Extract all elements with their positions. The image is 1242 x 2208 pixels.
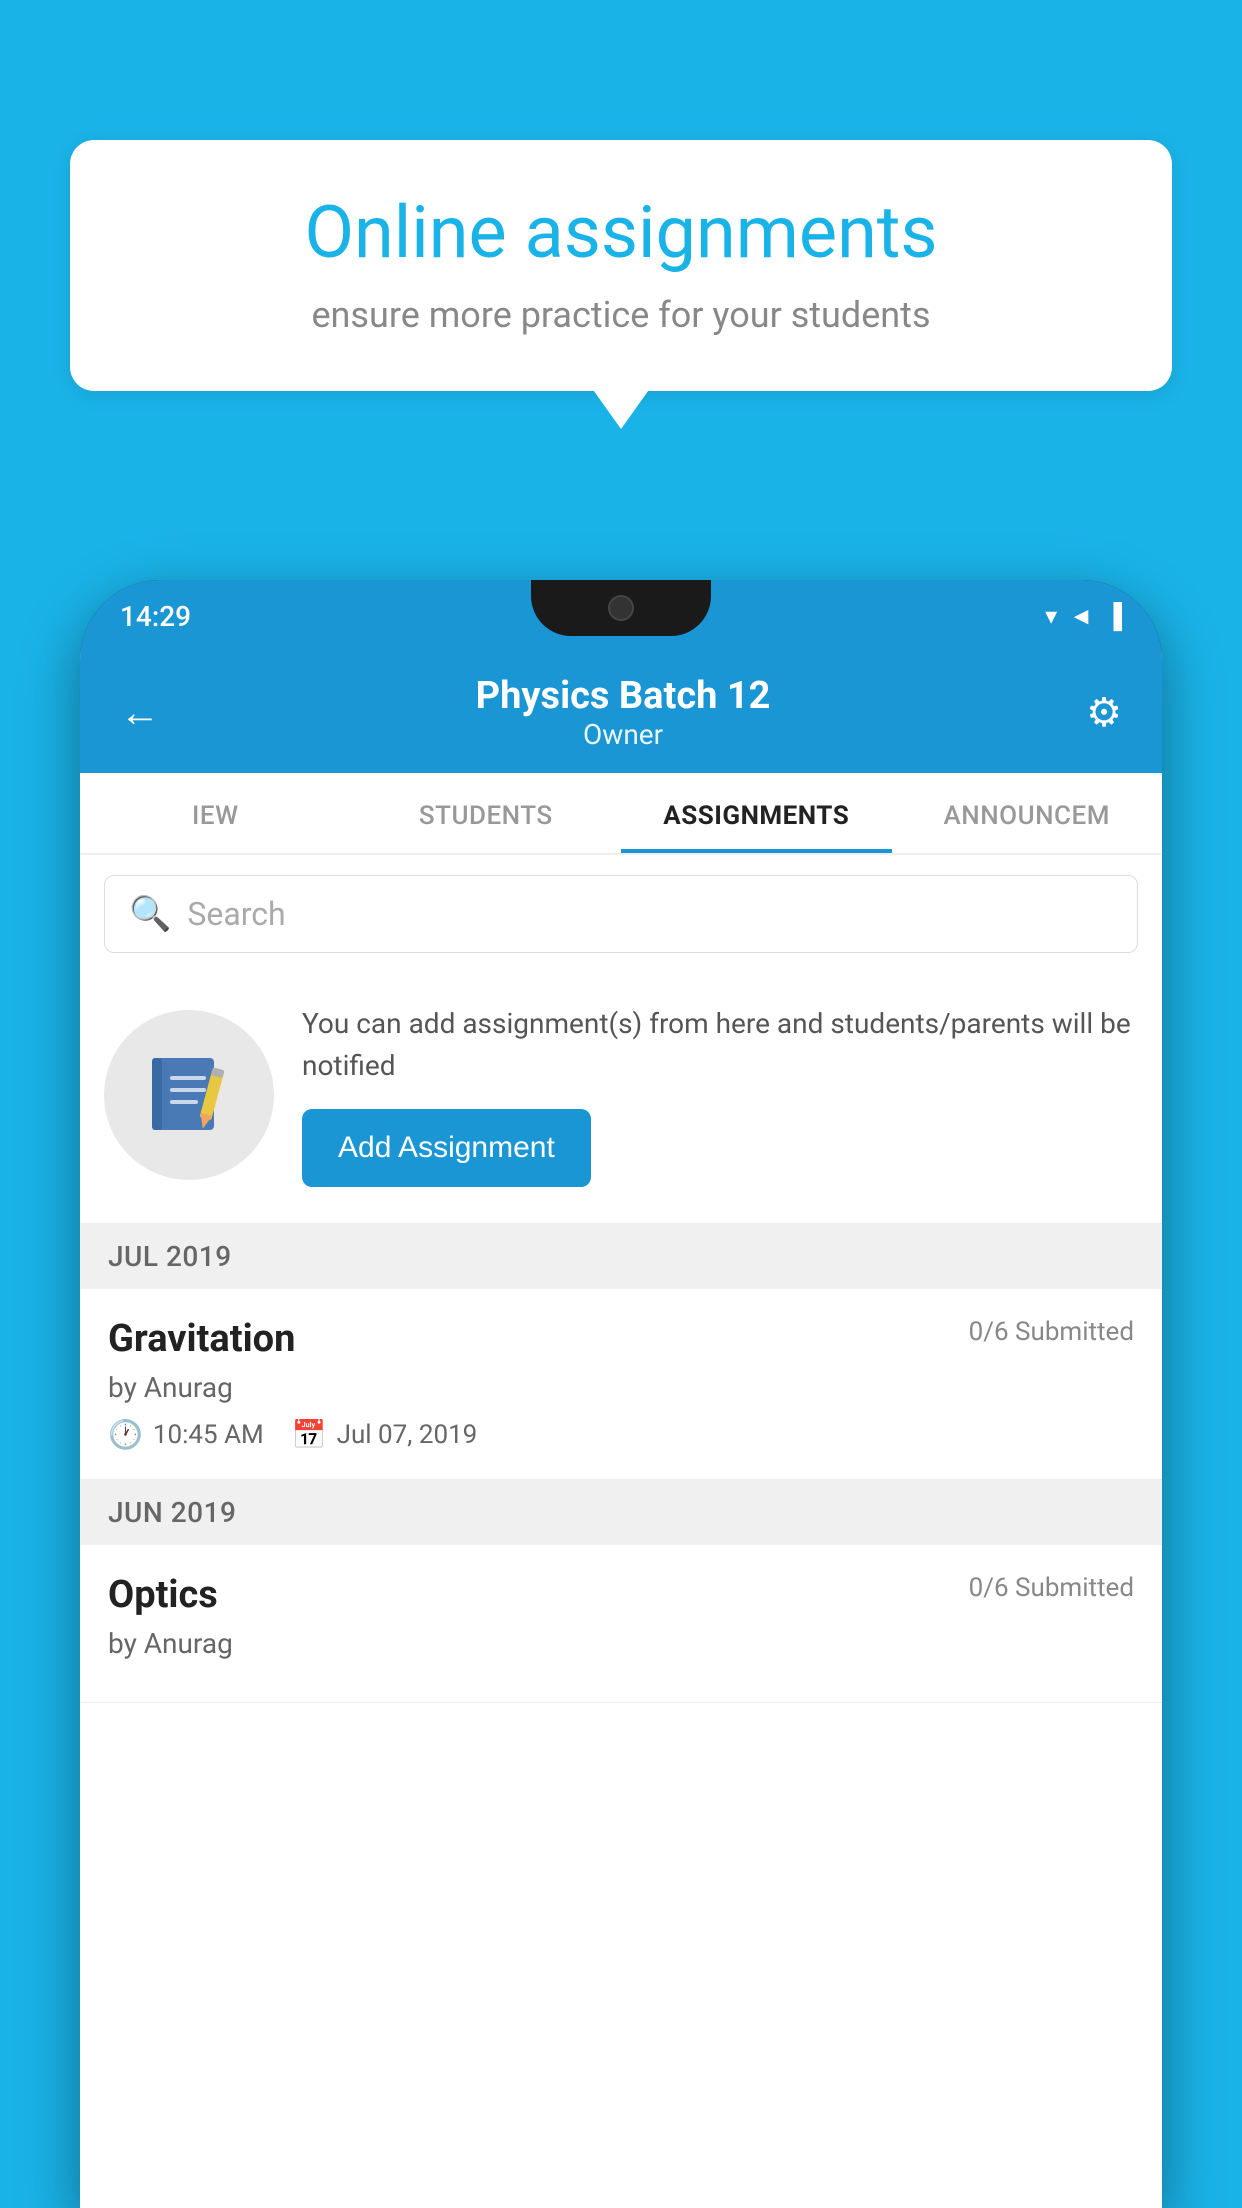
- assignment-item-optics[interactable]: Optics 0/6 Submitted by Anurag: [80, 1545, 1162, 1703]
- assignment-date-gravitation: Jul 07, 2019: [337, 1420, 478, 1450]
- add-assignment-button[interactable]: Add Assignment: [302, 1109, 591, 1187]
- search-placeholder: Search: [187, 895, 285, 933]
- gear-icon[interactable]: ⚙: [1086, 689, 1122, 736]
- notch-camera: [608, 595, 634, 621]
- search-container: 🔍 Search: [80, 855, 1162, 973]
- notch: [531, 580, 711, 636]
- assignment-name-optics: Optics: [108, 1573, 218, 1617]
- month-section-jun: JUN 2019: [80, 1480, 1162, 1545]
- assignment-by-gravitation: by Anurag: [108, 1371, 1134, 1404]
- signal-icon: ◄: [1069, 602, 1093, 631]
- tabs-bar: IEW STUDENTS ASSIGNMENTS ANNOUNCEM: [80, 773, 1162, 855]
- header-title: Physics Batch 12: [160, 674, 1086, 718]
- assignment-time-gravitation: 10:45 AM: [153, 1420, 264, 1450]
- clock-icon: 🕐: [108, 1418, 143, 1451]
- status-bar: 14:29 ▾ ◄ ▐: [80, 580, 1162, 652]
- phone-frame: 14:29 ▾ ◄ ▐ ← Physics Batch 12 Owner ⚙ I…: [80, 580, 1162, 2208]
- speech-bubble: Online assignments ensure more practice …: [70, 140, 1172, 391]
- calendar-icon: 📅: [292, 1418, 327, 1451]
- month-section-jul: JUL 2019: [80, 1224, 1162, 1289]
- promo-description: You can add assignment(s) from here and …: [302, 1003, 1138, 1087]
- assignment-by-optics: by Anurag: [108, 1627, 1134, 1660]
- tab-iew[interactable]: IEW: [80, 773, 351, 853]
- bubble-title: Online assignments: [130, 190, 1112, 276]
- wifi-icon: ▾: [1045, 602, 1057, 630]
- assignment-name-gravitation: Gravitation: [108, 1317, 295, 1361]
- bubble-subtitle: ensure more practice for your students: [130, 294, 1112, 336]
- assignment-item-gravitation[interactable]: Gravitation 0/6 Submitted by Anurag 🕐 10…: [80, 1289, 1162, 1480]
- tab-assignments[interactable]: ASSIGNMENTS: [621, 773, 892, 853]
- promo-text-area: You can add assignment(s) from here and …: [302, 1003, 1138, 1187]
- back-button[interactable]: ←: [120, 689, 160, 736]
- header-subtitle: Owner: [160, 718, 1086, 751]
- status-time: 14:29: [120, 600, 191, 633]
- search-bar[interactable]: 🔍 Search: [104, 875, 1138, 953]
- phone-screen: ← Physics Batch 12 Owner ⚙ IEW STUDENTS …: [80, 652, 1162, 2208]
- assignment-top-row-optics: Optics 0/6 Submitted: [108, 1573, 1134, 1617]
- search-icon: 🔍: [129, 894, 171, 934]
- meta-time-gravitation: 🕐 10:45 AM: [108, 1418, 264, 1451]
- assignment-meta-gravitation: 🕐 10:45 AM 📅 Jul 07, 2019: [108, 1418, 1134, 1451]
- assignment-submitted-gravitation: 0/6 Submitted: [969, 1317, 1134, 1347]
- assignment-submitted-optics: 0/6 Submitted: [969, 1573, 1134, 1603]
- month-label-jul: JUL 2019: [108, 1240, 232, 1273]
- app-header: ← Physics Batch 12 Owner ⚙: [80, 652, 1162, 773]
- battery-icon: ▐: [1105, 602, 1122, 631]
- tab-announcements[interactable]: ANNOUNCEM: [892, 773, 1163, 853]
- month-label-jun: JUN 2019: [108, 1496, 236, 1529]
- header-title-group: Physics Batch 12 Owner: [160, 674, 1086, 751]
- assignment-top-row: Gravitation 0/6 Submitted: [108, 1317, 1134, 1361]
- speech-bubble-container: Online assignments ensure more practice …: [70, 140, 1172, 391]
- assignment-promo: You can add assignment(s) from here and …: [80, 973, 1162, 1224]
- status-icons: ▾ ◄ ▐: [1045, 602, 1122, 631]
- tab-students[interactable]: STUDENTS: [351, 773, 622, 853]
- meta-date-gravitation: 📅 Jul 07, 2019: [292, 1418, 478, 1451]
- promo-icon-circle: [104, 1010, 274, 1180]
- notebook-svg-icon: [144, 1050, 234, 1140]
